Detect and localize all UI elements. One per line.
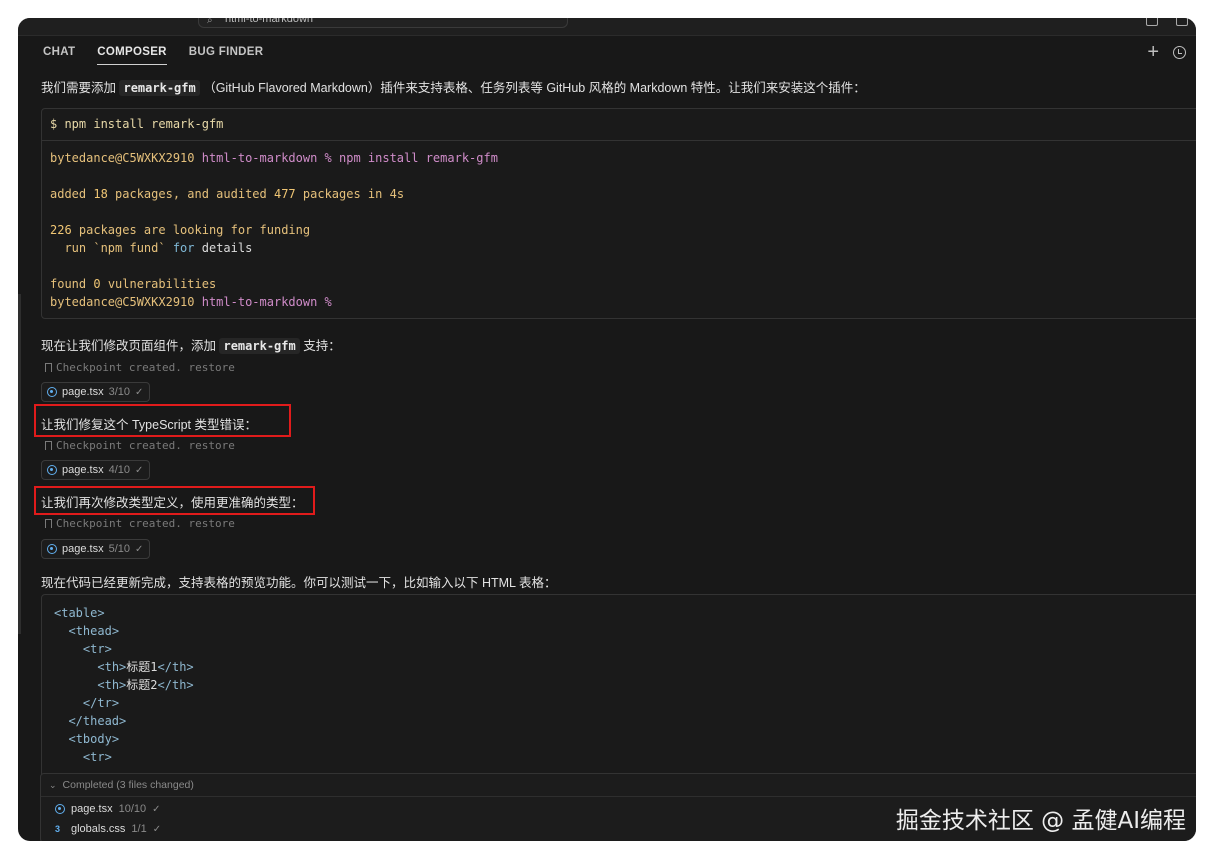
tab-bug-finder[interactable]: BUG FINDER <box>189 46 264 65</box>
edit-count: 4/10 <box>108 464 131 476</box>
search-icon: ⌕ <box>207 18 213 26</box>
code-line: </tr> <box>82 696 120 710</box>
highlight-box <box>34 486 315 515</box>
file-change-chip[interactable]: page.tsx 3/10 ✓ <box>41 382 151 402</box>
highlight-box <box>34 404 291 437</box>
check-icon: ✓ <box>135 464 144 476</box>
checkpoint-note: Checkpoint created. restore <box>45 517 235 530</box>
assistant-message-modify: 现在让我们修改页面组件，添加 remark-gfm 支持： <box>41 335 341 354</box>
terminal-line: added 18 packages, and audited 477 packa… <box>50 187 405 201</box>
checkpoint-note: Checkpoint created. restore <box>45 361 235 374</box>
terminal-line: 226 packages are looking for funding <box>50 223 311 237</box>
html-code-block[interactable]: <table> <thead> <tr> <th>标题1</th> <th>标题… <box>41 594 1196 784</box>
file-name: page.tsx <box>71 803 113 815</box>
title-bar: ⌕ html-to-markdown <box>18 18 1196 36</box>
file-name: page.tsx <box>62 543 104 555</box>
layout-controls <box>1146 18 1188 26</box>
search-text: html-to-markdown <box>225 18 314 25</box>
code-line: <tr> <box>82 750 112 764</box>
completed-header[interactable]: ⌄ Completed (3 files changed) <box>41 774 1196 797</box>
inline-code: remark-gfm <box>219 338 300 354</box>
history-icon[interactable] <box>1173 45 1186 59</box>
edit-count: 1/1 <box>131 823 147 835</box>
restore-link[interactable]: restore <box>188 517 234 530</box>
restore-link[interactable]: restore <box>188 361 234 374</box>
command-search-bar[interactable]: ⌕ html-to-markdown <box>198 18 568 28</box>
inline-code: remark-gfm <box>119 80 200 96</box>
watermark-text: 掘金技术社区 @ 孟健AI编程 <box>895 808 1186 834</box>
code-line: <th>标题1</th> <box>97 660 194 674</box>
panel-toggle-icon[interactable] <box>1176 18 1188 26</box>
layout-toggle-icon[interactable] <box>1146 18 1158 26</box>
assistant-message-summary: 现在代码已经更新完成，支持表格的预览功能。你可以测试一下，比如输入以下 HTML… <box>41 576 557 590</box>
plus-icon[interactable]: + <box>1147 42 1159 62</box>
edit-count: 5/10 <box>108 543 131 555</box>
css-file-icon: 3 <box>55 824 61 834</box>
code-line: <tr> <box>82 642 112 656</box>
checkpoint-note: Checkpoint created. restore <box>45 439 235 452</box>
file-change-chip[interactable]: page.tsx 5/10 ✓ <box>41 539 151 559</box>
check-icon: ✓ <box>135 386 144 398</box>
tab-chat[interactable]: CHAT <box>43 46 75 65</box>
react-file-icon <box>55 804 65 814</box>
tab-actions: + <box>1147 42 1186 62</box>
react-file-icon <box>47 465 57 475</box>
file-name: page.tsx <box>62 386 104 398</box>
file-name: page.tsx <box>62 464 104 476</box>
check-icon: ✓ <box>152 803 161 815</box>
edit-count: 3/10 <box>108 386 131 398</box>
edit-count: 10/10 <box>118 803 147 815</box>
terminal-line: bytedance@C5WXKX2910 html-to-markdown % … <box>50 151 498 165</box>
terminal-line: run `npm fund` for details <box>50 241 253 255</box>
check-icon: ✓ <box>135 543 144 555</box>
assistant-message-install: 我们需要添加 remark-gfm （GitHub Flavored Markd… <box>41 77 866 96</box>
react-file-icon <box>47 387 57 397</box>
chevron-down-icon: ⌄ <box>49 780 57 790</box>
file-change-chip[interactable]: page.tsx 4/10 ✓ <box>41 460 151 480</box>
file-name: globals.css <box>71 823 126 835</box>
code-line: <tbody> <box>68 732 120 746</box>
tab-composer[interactable]: COMPOSER <box>97 46 167 65</box>
check-icon: ✓ <box>152 823 162 835</box>
scroll-gutter <box>18 294 21 634</box>
code-line: <th>标题2</th> <box>97 678 194 692</box>
message-text: 我们需要添加 <box>41 81 120 95</box>
message-text: 支持： <box>299 339 341 353</box>
bookmark-icon <box>45 363 52 372</box>
bookmark-icon <box>45 441 52 450</box>
code-line: <thead> <box>68 624 120 638</box>
code-line: <table> <box>54 606 105 620</box>
terminal-command[interactable]: $ npm install remark-gfm <box>42 109 1196 141</box>
composer-window: ⌕ html-to-markdown CHAT COMPOSER BUG FIN… <box>18 18 1196 841</box>
message-text: 现在让我们修改页面组件，添加 <box>41 339 220 353</box>
bookmark-icon <box>45 519 52 528</box>
code-line: </thead> <box>68 714 127 728</box>
restore-link[interactable]: restore <box>188 439 234 452</box>
react-file-icon <box>47 544 57 554</box>
terminal-output: bytedance@C5WXKX2910 html-to-markdown % … <box>42 141 1196 311</box>
panel-tabs: CHAT COMPOSER BUG FINDER <box>43 46 263 65</box>
terminal-line: bytedance@C5WXKX2910 html-to-markdown % <box>50 295 332 309</box>
terminal-line: found 0 vulnerabilities <box>50 277 217 291</box>
message-text: （GitHub Flavored Markdown）插件来支持表格、任务列表等 … <box>199 81 866 95</box>
terminal-block: $ npm install remark-gfm bytedance@C5WXK… <box>41 108 1196 319</box>
